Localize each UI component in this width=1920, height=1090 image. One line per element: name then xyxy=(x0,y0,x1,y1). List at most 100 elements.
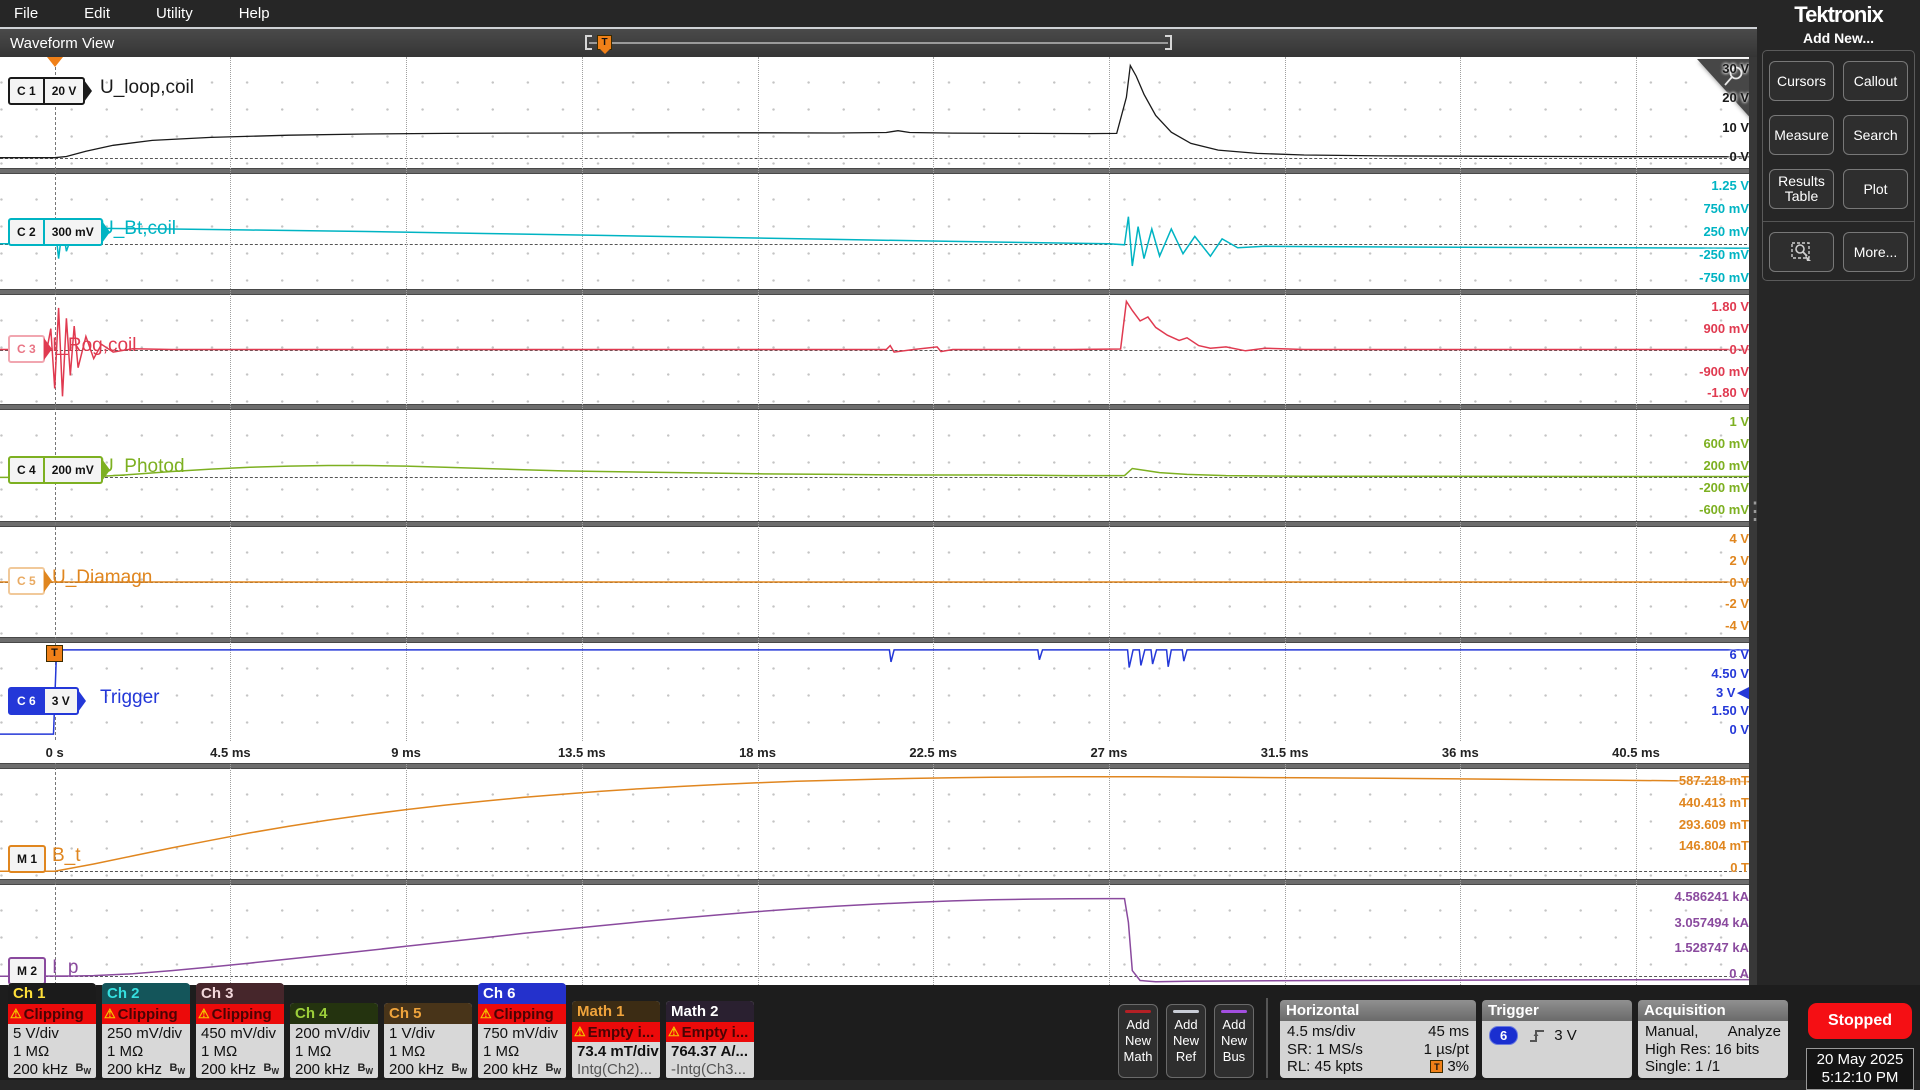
channel-badge-id: C 3 xyxy=(10,337,43,361)
channel-settings-badge-ch-3[interactable]: Ch 3⚠Clipping450 mV/div1 MΩ200 kHzBW xyxy=(196,983,284,1078)
channel-badge-m-2[interactable]: M 2 xyxy=(8,957,46,985)
panel-divider[interactable]: ⋮ xyxy=(1749,57,1757,985)
axis-labels-c-6: 6 V4.50 V3 V◀1.50 V0 V xyxy=(1711,648,1749,736)
badge-line: 200 mV/div xyxy=(290,1024,378,1042)
axis-tick-label: 146.804 mT xyxy=(1679,839,1749,852)
warning-text: Empty i... xyxy=(682,1024,749,1041)
badge-line-text: 5 V/div xyxy=(13,1025,59,1042)
more-button[interactable]: More... xyxy=(1843,232,1908,272)
bottom-settings-bar: Ch 1⚠Clipping5 V/div1 MΩ200 kHzBWCh 2⚠Cl… xyxy=(0,985,1920,1080)
channel-settings-badge-math-1[interactable]: Math 1⚠Empty i...73.4 mT/divIntg(Ch2)... xyxy=(572,1001,660,1078)
badge-line-text: 1 V/div xyxy=(389,1025,435,1042)
channel-settings-badge-math-2[interactable]: Math 2⚠Empty i...764.37 A/...-Intg(Ch3..… xyxy=(666,1001,754,1078)
axis-tick-label: 3.057494 kA xyxy=(1675,916,1749,929)
results-table-button[interactable]: Results Table xyxy=(1769,169,1834,209)
bandwidth-limit-icon: BW xyxy=(169,1062,185,1076)
time-tick-label: 9 ms xyxy=(391,745,421,760)
axis-labels-m-1: 587.218 mT440.413 mT293.609 mT146.804 mT… xyxy=(1679,774,1749,874)
trigger-source-marker[interactable]: T xyxy=(46,645,63,662)
badge-line: 1 MΩ xyxy=(384,1042,472,1060)
horizontal-panel[interactable]: Horizontal 4.5 ms/div45 ms SR: 1 MS/s1 µ… xyxy=(1280,1000,1476,1078)
channel-settings-badge-ch-6[interactable]: Ch 6⚠Clipping750 mV/div1 MΩ200 kHzBW xyxy=(478,983,566,1078)
plot-button[interactable]: Plot xyxy=(1843,169,1908,209)
badge-header: Ch 5 xyxy=(384,1003,472,1024)
trigger-panel-title: Trigger xyxy=(1482,1000,1632,1021)
menu-item-file[interactable]: File xyxy=(14,5,62,22)
acquisition-mode: Manual, xyxy=(1645,1023,1698,1040)
button-stripe xyxy=(1125,1010,1151,1013)
time-tick-label: 4.5 ms xyxy=(210,745,250,760)
datetime-display: 20 May 2025 5:12:10 PM xyxy=(1806,1048,1914,1090)
time-tick-label: 36 ms xyxy=(1442,745,1479,760)
badge-line-text: 750 mV/div xyxy=(483,1025,558,1042)
badge-line-text: Intg(Ch2)... xyxy=(577,1061,652,1078)
clipping-warning: ⚠Clipping xyxy=(478,1004,566,1024)
channel-label-c-3: I_Rog,coil xyxy=(52,335,137,357)
record-length: RL: 45 kpts xyxy=(1287,1058,1363,1075)
trigger-position-triangle-icon[interactable] xyxy=(47,57,63,67)
channel-badge-id: M 1 xyxy=(10,847,44,871)
slider-track xyxy=(589,42,1168,44)
run-stop-button[interactable]: Stopped xyxy=(1808,1003,1912,1039)
menu-item-edit[interactable]: Edit xyxy=(84,5,134,22)
axis-labels-c-1: 30 V20 V10 V0 V xyxy=(1722,62,1749,163)
badge-line-text: 450 mV/div xyxy=(201,1025,276,1042)
waveform-view-titlebar: Waveform View T xyxy=(0,27,1757,57)
axis-labels-m-2: 4.586241 kA3.057494 kA1.528747 kA0 A xyxy=(1675,890,1749,980)
horizontal-scale: 4.5 ms/div xyxy=(1287,1023,1355,1040)
bandwidth-limit-icon: BW xyxy=(357,1062,373,1076)
badge-line-text: 1 MΩ xyxy=(107,1043,143,1060)
menu-item-utility[interactable]: Utility xyxy=(156,5,217,22)
channel-settings-badge-ch-2[interactable]: Ch 2⚠Clipping250 mV/div1 MΩ200 kHzBW xyxy=(102,983,190,1078)
trigger-panel[interactable]: Trigger 6 3 V xyxy=(1482,1000,1632,1078)
clipping-warning: ⚠Clipping xyxy=(196,1004,284,1024)
menu-item-help[interactable]: Help xyxy=(239,5,294,22)
channel-settings-badge-ch-1[interactable]: Ch 1⚠Clipping5 V/div1 MΩ200 kHzBW xyxy=(8,983,96,1078)
waveform-slice-c-1: 30 V20 V10 V0 VC 120 VU_loop,coil xyxy=(0,57,1757,168)
add-new-bus-button[interactable]: AddNewBus xyxy=(1214,1004,1254,1078)
axis-tick-label: 293.609 mT xyxy=(1679,818,1749,831)
time-tick-label: 13.5 ms xyxy=(558,745,606,760)
warning-text: Clipping xyxy=(118,1006,178,1023)
channel-badge-c-4[interactable]: C 4200 mV xyxy=(8,456,103,484)
waveform-trace-i-p xyxy=(0,885,1757,985)
channel-badge-c-1[interactable]: C 120 V xyxy=(8,77,85,105)
add-button-label: AddNewBus xyxy=(1221,1017,1247,1065)
trigger-position-pin-icon[interactable]: T xyxy=(597,35,612,50)
waveform-trace-u-photod xyxy=(0,410,1757,521)
add-new-ref-button[interactable]: AddNewRef xyxy=(1166,1004,1206,1078)
slider-left-bracket-icon[interactable] xyxy=(585,35,592,50)
channel-badge-id: M 2 xyxy=(10,959,44,983)
add-new-math-button[interactable]: AddNewMath xyxy=(1118,1004,1158,1078)
measure-button[interactable]: Measure xyxy=(1769,115,1834,155)
waveform-slice-c-3: 1.80 V900 mV0 V-900 mV-1.80 VC 3I_Rog,co… xyxy=(0,295,1757,404)
trigger-level-arrow-icon: ◀ xyxy=(1737,684,1749,701)
time-tick-label: 40.5 ms xyxy=(1612,745,1660,760)
channel-badge-c-5[interactable]: C 5 xyxy=(8,567,45,595)
badge-header: Math 1 xyxy=(572,1001,660,1022)
badge-line-text: 1 MΩ xyxy=(389,1043,425,1060)
axis-tick-label: 0 V xyxy=(1729,576,1749,589)
channel-settings-badge-ch-4[interactable]: Ch 4200 mV/div1 MΩ200 kHzBW xyxy=(290,1003,378,1078)
badge-line: 1 MΩ xyxy=(102,1042,190,1060)
channel-badge-c-3[interactable]: C 3 xyxy=(8,335,45,363)
cursors-button[interactable]: Cursors xyxy=(1769,61,1834,101)
channel-settings-badge-ch-5[interactable]: Ch 51 V/div1 MΩ200 kHzBW xyxy=(384,1003,472,1078)
channel-badge-c-2[interactable]: C 2300 mV xyxy=(8,218,103,246)
badge-header: Ch 2 xyxy=(102,983,190,1004)
record-view-slider[interactable]: T xyxy=(585,35,1172,52)
add-new-box: CursorsCalloutMeasureSearchResults Table… xyxy=(1762,50,1915,281)
channel-badge-m-1[interactable]: M 1 xyxy=(8,845,46,873)
axis-tick-label: -2 V xyxy=(1725,597,1749,610)
bandwidth-limit-icon: BW xyxy=(263,1062,279,1076)
axis-tick-label: 6 V xyxy=(1729,648,1749,661)
search-button[interactable]: Search xyxy=(1843,115,1908,155)
badge-line-text: 200 kHz xyxy=(295,1061,350,1078)
channel-badge-c-6[interactable]: C 63 V xyxy=(8,687,79,715)
badge-line-text: 1 MΩ xyxy=(295,1043,331,1060)
badge-line-text: 73.4 mT/div xyxy=(577,1043,659,1060)
acquisition-panel[interactable]: Acquisition Manual,Analyze High Res: 16 … xyxy=(1638,1000,1788,1078)
zoom-select-button[interactable] xyxy=(1769,232,1834,272)
callout-button[interactable]: Callout xyxy=(1843,61,1908,101)
slider-right-bracket-icon[interactable] xyxy=(1165,35,1172,50)
